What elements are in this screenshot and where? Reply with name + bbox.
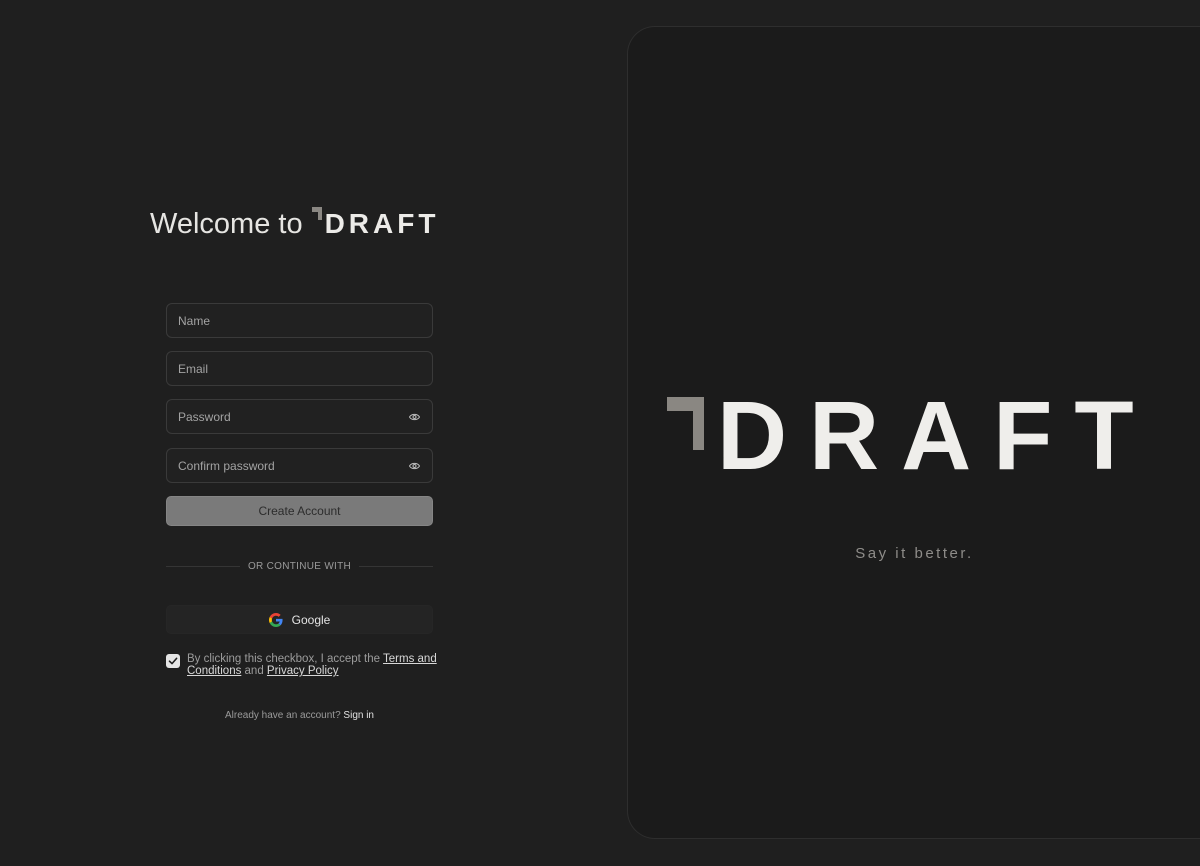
or-divider: OR CONTINUE WITH — [166, 558, 433, 574]
password-input[interactable] — [178, 409, 407, 424]
brand-logo-text: DRAFT — [717, 381, 1156, 490]
terms-text: By clicking this checkbox, I accept the … — [187, 653, 441, 677]
draft-logo-mark-stem — [693, 397, 704, 450]
welcome-text: Welcome to — [150, 207, 303, 240]
password-field[interactable] — [166, 399, 433, 434]
name-input[interactable] — [178, 313, 421, 328]
confirm-password-field[interactable] — [166, 448, 433, 483]
terms-row: By clicking this checkbox, I accept the … — [166, 653, 441, 677]
terms-checkbox[interactable] — [166, 654, 180, 668]
draft-logo-mark-icon — [311, 207, 322, 229]
brand-name: DRAFT — [324, 208, 440, 239]
signup-pane: Welcome to DRAFT Create Account — [0, 0, 600, 866]
privacy-link[interactable]: Privacy Policy — [267, 665, 339, 677]
brand-panel: DRAFT Say it better. — [627, 26, 1200, 839]
confirm-password-input[interactable] — [178, 458, 407, 473]
divider-line — [359, 565, 433, 567]
email-field[interactable] — [166, 351, 433, 386]
tagline: Say it better. — [855, 545, 974, 562]
signin-prompt: Already have an account? Sign in — [166, 710, 433, 721]
google-signin-button[interactable]: Google — [166, 605, 433, 634]
page-title: Welcome to DRAFT — [150, 204, 470, 244]
eye-icon[interactable] — [407, 459, 421, 473]
brand-logo: DRAFT — [667, 383, 1157, 488]
terms-text-before: By clicking this checkbox, I accept the — [187, 653, 384, 665]
eye-icon[interactable] — [407, 410, 421, 424]
check-icon — [168, 657, 178, 665]
divider-label: OR CONTINUE WITH — [247, 560, 352, 572]
name-field[interactable] — [166, 303, 433, 338]
signin-link[interactable]: Sign in — [343, 710, 374, 721]
email-input[interactable] — [178, 361, 421, 376]
signin-prompt-text: Already have an account? — [225, 710, 341, 721]
google-label: Google — [291, 612, 331, 627]
terms-text-middle: and — [241, 665, 267, 677]
divider-line — [166, 565, 240, 567]
google-icon — [268, 612, 283, 627]
create-account-button[interactable]: Create Account — [166, 496, 433, 526]
